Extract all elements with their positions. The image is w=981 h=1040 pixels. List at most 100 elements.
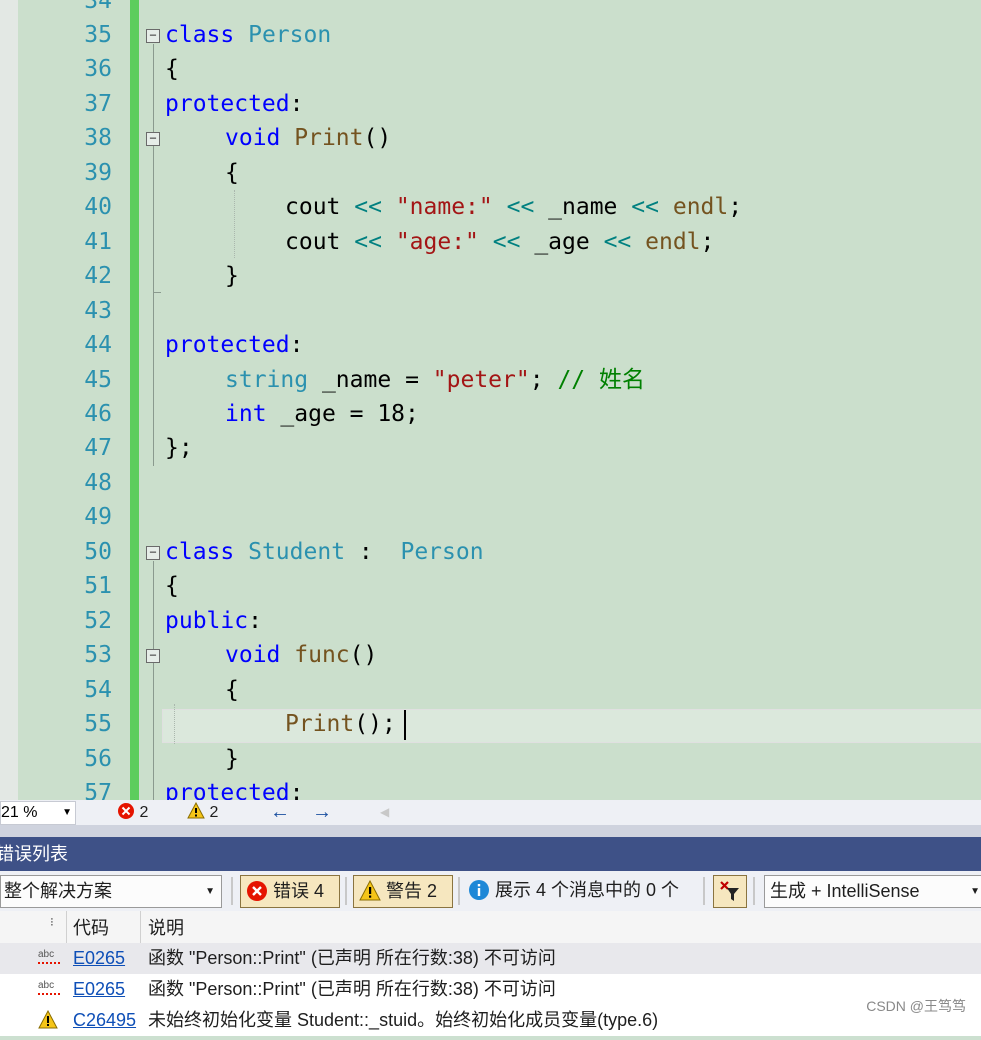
warning-icon — [359, 879, 381, 901]
fold-guide — [153, 561, 154, 800]
table-row[interactable]: abc E0265 函数 "Person::Print" (已声明 所在行数:3… — [0, 943, 981, 974]
keyword: int — [225, 401, 267, 427]
code-line: int _age = 18; — [225, 397, 419, 431]
column-header-code[interactable]: 代码 — [73, 911, 109, 943]
spellcheck-error-icon: abc — [38, 970, 60, 1001]
punctuation: : — [289, 780, 304, 800]
table-row[interactable]: abc E0265 函数 "Person::Print" (已声明 所在行数:3… — [0, 974, 981, 1005]
comment: // 姓名 — [557, 367, 645, 393]
indent-guide — [234, 190, 235, 258]
line-number: 42 — [84, 263, 112, 289]
errors-filter-button[interactable]: 错误 4 — [240, 875, 340, 908]
column-divider — [140, 911, 141, 943]
previous-issue-button[interactable]: ← — [270, 800, 290, 825]
punctuation: : — [248, 608, 262, 634]
scroll-left-icon[interactable]: ◀ — [380, 800, 389, 825]
zoom-value: 21 % — [1, 804, 38, 821]
line-number: 55 — [84, 711, 112, 737]
error-code-link[interactable]: E0265 — [73, 974, 125, 1005]
source-dropdown[interactable]: 生成 + IntelliSense ▼ — [764, 875, 981, 908]
line-number: 47 — [84, 435, 112, 461]
code-line: { — [225, 677, 239, 703]
function-name: func — [294, 642, 350, 668]
punctuation: ; — [529, 367, 544, 393]
column-divider — [66, 911, 67, 943]
messages-filter-button[interactable]: 展示 4 个消息中的 0 个 — [468, 875, 679, 906]
chevron-down-icon: ▼ — [970, 886, 980, 897]
warning-count[interactable]: 2 — [187, 800, 218, 825]
code-line: public: — [165, 604, 262, 638]
info-icon — [469, 880, 489, 900]
operator: << — [492, 229, 521, 255]
chevron-down-icon: ▼ — [205, 886, 215, 897]
line-number: 38 — [84, 125, 112, 151]
keyword: protected — [165, 91, 290, 117]
punctuation: () — [363, 125, 392, 151]
operator: << — [354, 229, 382, 255]
watermark: CSDN @王笃笃 — [866, 998, 966, 1014]
collapse-icon[interactable]: − — [146, 649, 160, 663]
identifier: _name — [321, 367, 392, 393]
error-list-title-bar[interactable]: 错误列表 — [0, 837, 981, 871]
column-header-description[interactable]: 说明 — [148, 911, 184, 943]
breakpoint-margin[interactable] — [0, 0, 18, 800]
line-number: 56 — [84, 746, 112, 772]
code-line: }; — [165, 435, 193, 461]
error-code-link[interactable]: C26495 — [73, 1005, 136, 1036]
column-options-icon[interactable]: ⁝ — [50, 905, 54, 937]
class-name: Student — [248, 539, 346, 565]
error-icon — [247, 881, 267, 901]
panel-splitter[interactable] — [0, 825, 981, 837]
error-icon — [118, 803, 134, 819]
text-caret — [404, 710, 406, 740]
keyword: protected — [165, 780, 290, 800]
operator: = — [405, 367, 419, 393]
messages-filter-label: 展示 4 个消息中的 0 个 — [495, 880, 680, 900]
toolbar-separator — [231, 877, 233, 905]
warning-icon — [187, 801, 205, 819]
error-list-toolbar: 整个解决方案 ▼ 错误 4 警告 2 展示 4 个消息中的 0 个 生成 + I… — [0, 871, 981, 911]
line-number: 45 — [84, 367, 112, 393]
class-name: Person — [248, 22, 332, 48]
error-count[interactable]: 2 — [117, 800, 148, 825]
error-count-value: 2 — [139, 804, 149, 821]
errors-filter-label: 错误 4 — [273, 881, 325, 901]
collapse-icon[interactable]: − — [146, 29, 160, 43]
collapse-icon[interactable]: − — [146, 546, 160, 560]
warnings-filter-button[interactable]: 警告 2 — [353, 875, 453, 908]
collapse-icon[interactable]: − — [146, 132, 160, 146]
zoom-dropdown[interactable]: 21 % ▼ — [0, 801, 76, 825]
line-number: 52 — [84, 608, 112, 634]
toolbar-separator — [703, 877, 705, 905]
code-line: } — [225, 746, 239, 772]
error-code-link[interactable]: E0265 — [73, 943, 125, 974]
error-description: 函数 "Person::Print" (已声明 所在行数:38) 不可访问 — [148, 979, 556, 999]
spellcheck-error-icon: abc — [38, 939, 60, 970]
function-name: Print — [294, 125, 364, 151]
table-row[interactable]: C26495 未始终初始化变量 Student::_stuid。始终初始化成员变… — [0, 1005, 981, 1036]
code-editor[interactable]: 34 35 36 37 38 39 40 41 42 43 44 45 46 4… — [0, 0, 981, 800]
keyword: void — [225, 125, 281, 151]
filter-clear-icon — [720, 881, 739, 901]
code-line: protected: — [165, 776, 303, 800]
next-issue-button[interactable]: → — [312, 800, 332, 825]
type-name: string — [225, 367, 309, 393]
line-number: 35 — [84, 22, 112, 48]
code-line: } — [225, 263, 239, 289]
operator: << — [354, 194, 382, 220]
function-name: Print — [285, 711, 355, 737]
line-number: 36 — [84, 56, 112, 82]
keyword: protected — [165, 332, 290, 358]
code-line: string _name = "peter"; // 姓名 — [225, 363, 645, 397]
fold-guide — [153, 44, 154, 466]
code-line: protected: — [165, 87, 303, 121]
scope-dropdown[interactable]: 整个解决方案 ▼ — [0, 875, 222, 908]
line-number: 34 — [84, 0, 112, 14]
line-number-gutter: 34 35 36 37 38 39 40 41 42 43 44 45 46 4… — [18, 0, 130, 800]
toolbar-separator — [345, 877, 347, 905]
function-name: endl — [645, 229, 701, 255]
punctuation: : — [289, 332, 304, 358]
clear-filter-button[interactable] — [713, 875, 747, 908]
operator: << — [506, 194, 535, 220]
punctuation: ; — [728, 194, 743, 220]
